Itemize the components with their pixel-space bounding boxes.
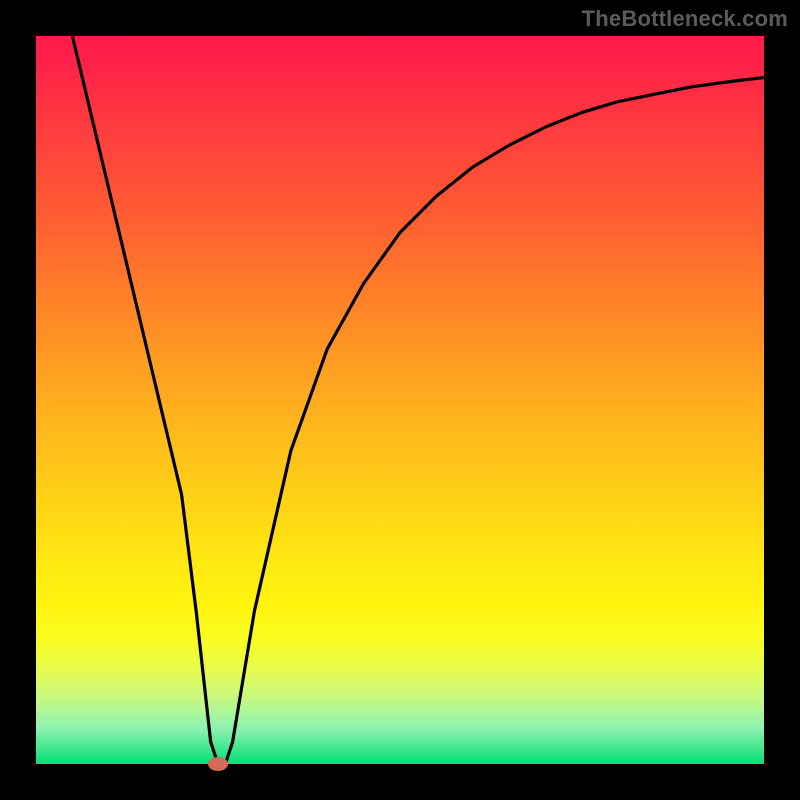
optimum-marker (208, 757, 228, 771)
curve-layer (36, 36, 764, 764)
chart-frame: TheBottleneck.com (0, 0, 800, 800)
watermark-text: TheBottleneck.com (582, 6, 788, 32)
plot-area (36, 36, 764, 764)
bottleneck-curve (72, 36, 764, 764)
